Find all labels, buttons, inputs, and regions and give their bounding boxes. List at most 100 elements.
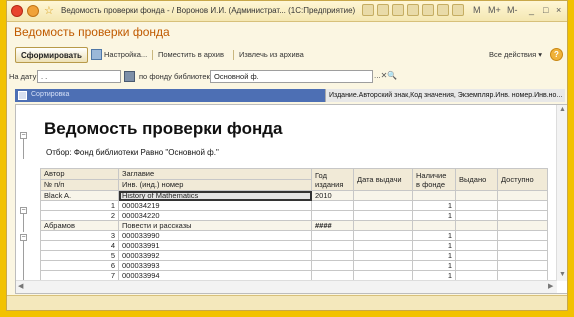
row-inv: 000033994 (118, 270, 312, 281)
favorite-star-icon[interactable]: ☆ (44, 4, 54, 17)
report-title: Ведомость проверки фонда (44, 119, 283, 138)
scroll-left-icon[interactable]: ◀ (18, 282, 23, 290)
sort-label: Сортировка (31, 91, 70, 98)
scroll-up-icon[interactable]: ▲ (559, 106, 566, 113)
print-icon[interactable] (377, 4, 389, 16)
title-toolbar (362, 4, 464, 16)
all-actions-menu[interactable]: Все действия ▾ (489, 50, 542, 59)
row-num: 2 (40, 210, 119, 221)
history-icon[interactable] (422, 4, 434, 16)
put-archive-button[interactable]: Поместить в архив (158, 50, 224, 59)
calculator-icon[interactable] (437, 4, 449, 16)
table-row[interactable]: 4 000033991 1 (40, 240, 548, 251)
row-num: 7 (40, 270, 119, 281)
table-row[interactable]: 7 000033994 1 (40, 270, 548, 281)
scroll-down-icon[interactable]: ▼ (559, 271, 566, 278)
window-title: Ведомость проверки фонда - / Воронов И.И… (61, 6, 356, 15)
preview-icon[interactable] (392, 4, 404, 16)
favorites-icon[interactable] (407, 4, 419, 16)
memory-button[interactable]: M (473, 5, 481, 15)
table-row[interactable]: 3 000033990 1 (40, 230, 548, 241)
outline-line (23, 139, 24, 159)
header-row: Автор Заглавие Год издания Дата выдачи Н… (40, 168, 548, 191)
calendar-icon[interactable] (124, 71, 135, 82)
group-year: #### (311, 220, 354, 231)
report-table: Автор Заглавие Год издания Дата выдачи Н… (40, 168, 548, 291)
calendar-icon[interactable] (452, 4, 464, 16)
table-row[interactable]: 5 000033992 1 (40, 250, 548, 261)
extract-archive-button[interactable]: Извлечь из архива (239, 50, 304, 59)
group-year: 2010 (311, 190, 354, 201)
group-row[interactable]: Абрамов Повести и рассказы #### (40, 220, 548, 231)
collapse-group-icon[interactable]: − (20, 207, 27, 214)
settings-icon[interactable] (91, 49, 102, 60)
row-inv: 000033990 (118, 230, 312, 241)
col-issued: Выдано (455, 168, 498, 191)
app-logo-icon[interactable] (11, 5, 23, 17)
form-title: Ведомость проверки фонда (14, 25, 170, 39)
row-inv: 000034219 (118, 200, 312, 211)
col-num: № п/п (40, 179, 119, 191)
row-inv: 000033991 (118, 240, 312, 251)
help-icon[interactable]: ? (550, 48, 563, 61)
separator (233, 50, 234, 60)
sort-value[interactable]: Издание.Авторский знак,Код значения, Экз… (325, 89, 565, 102)
collapse-title-icon[interactable]: − (20, 132, 27, 139)
sort-bar[interactable]: Сортировка Издание.Авторский знак,Код зн… (15, 89, 565, 102)
group-author: Абрамов (40, 220, 119, 231)
col-inv: Инв. (инд.) номер (118, 179, 312, 191)
row-num: 6 (40, 260, 119, 271)
col-year: Год издания (311, 168, 354, 191)
fond-select-buttons[interactable]: ...✕🔍 (374, 71, 397, 80)
row-presence: 1 (412, 230, 456, 241)
save-icon[interactable] (362, 4, 374, 16)
group-book[interactable]: History of Mathematics (118, 190, 312, 201)
memory-minus-button[interactable]: M- (507, 5, 518, 15)
col-presence: Наличие в фонде (412, 168, 456, 191)
scroll-right-icon[interactable]: ▶ (548, 282, 553, 290)
outline-line (23, 214, 24, 232)
table-row[interactable]: 1 000034219 1 (40, 200, 548, 211)
row-num: 4 (40, 240, 119, 251)
row-inv: 000033993 (118, 260, 312, 271)
separator (152, 50, 153, 60)
horizontal-scrollbar[interactable]: ◀ ▶ (16, 280, 557, 293)
row-inv: 000034220 (118, 210, 312, 221)
title-bar: ☆ Ведомость проверки фонда - / Воронов И… (7, 1, 567, 22)
maximize-button[interactable]: □ (543, 5, 548, 15)
status-bar (7, 295, 567, 310)
table-row[interactable]: 2 000034220 1 (40, 210, 548, 221)
fond-label: по фонду библиотеки: (139, 72, 217, 81)
close-button[interactable]: × (556, 5, 561, 15)
memory-plus-button[interactable]: M+ (488, 5, 501, 15)
col-date: Дата выдачи (353, 168, 413, 191)
col-title: Заглавие (118, 168, 312, 180)
report-selection: Отбор: Фонд библиотеки Равно "Основной ф… (46, 148, 219, 157)
filter-panel: На дату: . . по фонду библиотеки: Основн… (7, 69, 567, 85)
generate-button[interactable]: Сформировать (15, 47, 88, 63)
settings-button[interactable]: Настройка... (104, 50, 147, 59)
group-author: Black A. (40, 190, 119, 201)
row-num: 3 (40, 230, 119, 241)
date-input[interactable]: . . (37, 70, 121, 83)
back-icon[interactable] (27, 5, 39, 17)
row-presence: 1 (412, 200, 456, 211)
group-row[interactable]: Black A. History of Mathematics 2010 (40, 190, 548, 201)
fond-input[interactable]: Основной ф. (210, 70, 373, 83)
row-presence: 1 (412, 250, 456, 261)
minimize-button[interactable]: _ (529, 5, 534, 15)
report-area[interactable]: − Ведомость проверки фонда Отбор: Фонд б… (15, 104, 567, 294)
command-bar: Сформировать Настройка... Поместить в ар… (7, 47, 567, 65)
collapse-group-icon[interactable]: − (20, 234, 27, 241)
row-presence: 1 (412, 270, 456, 281)
outline-line (23, 241, 24, 281)
row-inv: 000033992 (118, 250, 312, 261)
row-presence: 1 (412, 260, 456, 271)
col-available: Доступно (497, 168, 548, 191)
vertical-scrollbar[interactable]: ▲ ▼ (556, 105, 567, 281)
row-presence: 1 (412, 240, 456, 251)
row-presence: 1 (412, 210, 456, 221)
row-num: 1 (40, 200, 119, 211)
app-window: ☆ Ведомость проверки фонда - / Воронов И… (6, 0, 568, 311)
table-row[interactable]: 6 000033993 1 (40, 260, 548, 271)
